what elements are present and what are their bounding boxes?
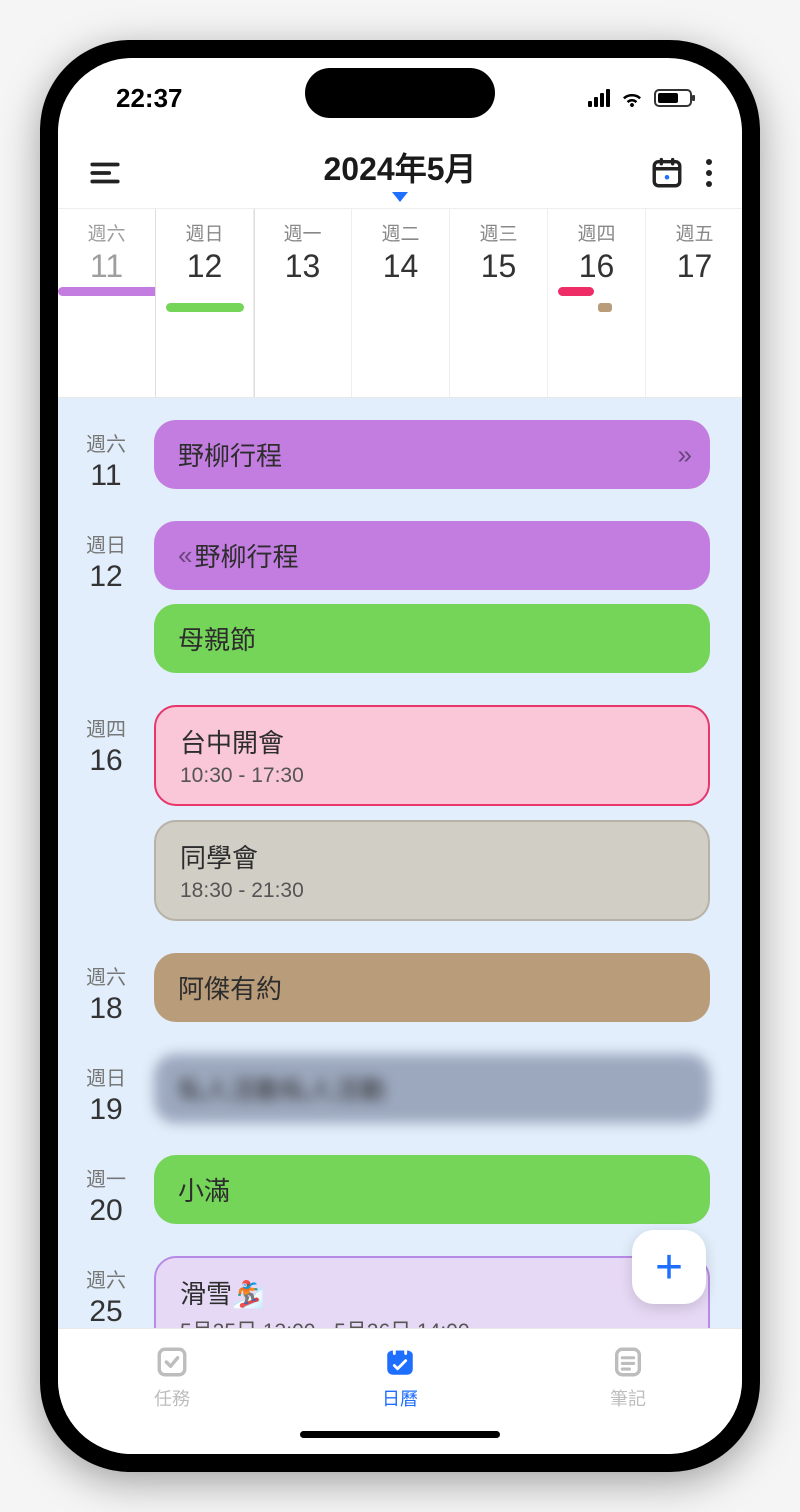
menu-icon[interactable] <box>88 156 122 190</box>
weekday-label: 週四 <box>548 219 645 246</box>
home-indicator[interactable] <box>300 1431 500 1438</box>
agenda-day-num: 20 <box>58 1194 154 1228</box>
event-card[interactable]: 私人活動私人活動 <box>154 1054 710 1123</box>
status-time: 22:37 <box>116 83 183 114</box>
event-card[interactable]: 野柳行程 » <box>154 420 710 489</box>
nav-notes[interactable]: 筆記 <box>610 1343 646 1411</box>
event-title: 私人活動私人活動 <box>178 1070 386 1107</box>
event-time: 5月25日 13:00 - 5月26日 14:00 <box>180 1315 684 1328</box>
agenda-day: 週六18 阿傑有約 <box>58 953 722 1036</box>
agenda-day-dow: 週日 <box>58 529 154 558</box>
agenda-day: 週四16 台中開會 10:30 - 17:30 同學會 18:30 - 21:30 <box>58 705 722 935</box>
event-title: 台中開會 <box>180 723 284 760</box>
page-title: 2024年5月 <box>324 144 477 190</box>
day-number: 11 <box>58 248 155 285</box>
day-number: 14 <box>352 248 449 285</box>
week-day[interactable]: 週六11 <box>58 209 156 397</box>
month-selector[interactable]: 2024年5月 <box>324 144 477 202</box>
more-icon[interactable] <box>706 159 712 187</box>
event-time: 10:30 - 17:30 <box>180 764 684 788</box>
event-title: 小滿 <box>178 1171 230 1208</box>
cellular-icon <box>588 89 610 107</box>
app-header: 2024年5月 <box>58 138 742 208</box>
event-card[interactable]: 台中開會 10:30 - 17:30 <box>154 705 710 806</box>
tasks-icon <box>154 1343 190 1381</box>
nav-calendar[interactable]: 日曆 <box>382 1343 418 1411</box>
agenda-day-num: 18 <box>58 992 154 1026</box>
event-card[interactable]: 阿傑有約 <box>154 953 710 1022</box>
week-day[interactable]: 週五17 <box>646 209 742 397</box>
calendar-icon[interactable] <box>650 156 684 190</box>
agenda-day-num: 11 <box>58 459 154 493</box>
day-number: 17 <box>646 248 742 285</box>
event-title: 野柳行程 <box>194 537 298 574</box>
weekday-label: 週二 <box>352 219 449 246</box>
event-title: 滑雪🏂 <box>180 1274 264 1311</box>
event-card[interactable]: 同學會 18:30 - 21:30 <box>154 820 710 921</box>
week-day[interactable]: 週三15 <box>450 209 548 397</box>
notes-icon <box>610 1343 646 1381</box>
agenda-day-num: 19 <box>58 1093 154 1127</box>
agenda-day-dow: 週一 <box>58 1163 154 1192</box>
weekday-label: 週六 <box>58 219 155 246</box>
agenda-day-num: 25 <box>58 1295 154 1328</box>
nav-tasks[interactable]: 任務 <box>154 1343 190 1411</box>
day-number: 16 <box>548 248 645 285</box>
agenda-day-dow: 週六 <box>58 961 154 990</box>
agenda-day-dow: 週日 <box>58 1062 154 1091</box>
event-title: 野柳行程 <box>178 436 282 473</box>
event-title: 同學會 <box>180 838 258 875</box>
event-card[interactable]: 小滿 <box>154 1155 710 1224</box>
event-card[interactable]: 滑雪🏂 5月25日 13:00 - 5月26日 14:00 <box>154 1256 710 1328</box>
agenda-day-dow: 週六 <box>58 428 154 457</box>
week-strip[interactable]: 週六11週日12週一13週二14週三15週四16週五17 <box>58 208 742 398</box>
battery-icon <box>654 89 692 107</box>
add-event-button[interactable]: + <box>632 1230 706 1304</box>
continue-left-icon: « <box>178 540 188 571</box>
weekday-label: 週一 <box>254 219 351 246</box>
event-title: 母親節 <box>178 620 256 657</box>
wifi-icon <box>620 89 644 107</box>
chevron-down-icon <box>392 192 408 202</box>
agenda-day: 週六25 滑雪🏂 5月25日 13:00 - 5月26日 14:00 <box>58 1256 722 1328</box>
weekday-label: 週日 <box>156 219 253 246</box>
calendar-nav-icon <box>382 1343 418 1381</box>
agenda-day-dow: 週四 <box>58 713 154 742</box>
agenda-day: 週六11 野柳行程 » <box>58 420 722 503</box>
agenda-day-dow: 週六 <box>58 1264 154 1293</box>
agenda-day-num: 16 <box>58 744 154 778</box>
week-day[interactable]: 週四16 <box>548 209 646 397</box>
day-number: 12 <box>156 248 253 285</box>
event-card[interactable]: 母親節 <box>154 604 710 673</box>
event-title: 阿傑有約 <box>178 969 282 1006</box>
weekday-label: 週三 <box>450 219 547 246</box>
continue-right-icon: » <box>678 439 688 470</box>
week-day[interactable]: 週一13 <box>254 209 352 397</box>
day-number: 15 <box>450 248 547 285</box>
agenda-day: 週一20 小滿 <box>58 1155 722 1238</box>
weekday-label: 週五 <box>646 219 742 246</box>
event-time: 18:30 - 21:30 <box>180 879 684 903</box>
event-card[interactable]: «野柳行程 <box>154 521 710 590</box>
day-number: 13 <box>254 248 351 285</box>
week-day[interactable]: 週日12 <box>156 209 254 397</box>
agenda-day: 週日12«野柳行程母親節 <box>58 521 722 687</box>
agenda-day: 週日19 私人活動私人活動 <box>58 1054 722 1137</box>
agenda-day-num: 12 <box>58 560 154 594</box>
week-day[interactable]: 週二14 <box>352 209 450 397</box>
agenda-list[interactable]: 週六11野柳行程»週日12«野柳行程母親節週四16台中開會10:30 - 17:… <box>58 398 742 1328</box>
